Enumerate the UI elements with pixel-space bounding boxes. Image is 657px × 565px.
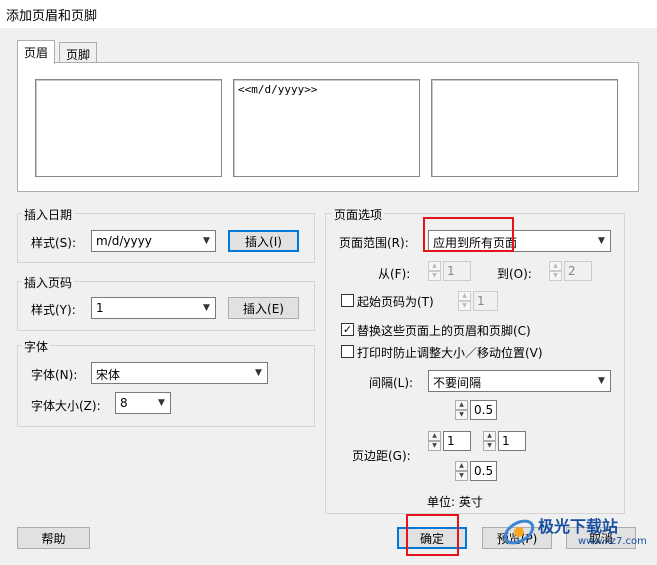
chevron-down-icon: ▼ xyxy=(598,376,605,386)
date-style-label: 样式(S): xyxy=(31,236,77,250)
page-range-label: 页面范围(R): xyxy=(339,236,409,250)
page-options-group-label: 页面选项 xyxy=(332,206,385,223)
to-label: 到(O): xyxy=(497,267,532,281)
date-style-select[interactable]: m/d/yyyy ▼ xyxy=(91,230,216,252)
font-label: 字体(N): xyxy=(31,368,78,382)
page-style-value: 1 xyxy=(96,301,104,315)
preview-button[interactable]: 预览(P) xyxy=(482,527,552,549)
replace-label: 替换这些页面上的页眉和页脚(C) xyxy=(357,324,531,338)
page-style-select[interactable]: 1 ▼ xyxy=(91,297,216,319)
chevron-down-icon: ▼ xyxy=(203,236,210,246)
spacing-amount-field[interactable]: 0.5 xyxy=(470,400,497,420)
font-size-label: 字体大小(Z): xyxy=(31,399,101,413)
prevent-resize-label: 打印时防止调整大小／移动位置(V) xyxy=(357,346,543,360)
spacing-value: 不要间隔 xyxy=(433,376,482,390)
spacing-select[interactable]: 不要间隔 ▼ xyxy=(428,370,611,392)
chevron-down-icon: ▼ xyxy=(158,398,165,408)
insert-date-button[interactable]: 插入(I) xyxy=(228,230,299,252)
page-style-label: 样式(Y): xyxy=(31,303,76,317)
margin-right-spinner-arrows[interactable]: ▲ ▼ xyxy=(483,431,496,451)
highlight-box xyxy=(423,217,514,252)
margin-left-spinner-arrows[interactable]: ▲ ▼ xyxy=(428,431,441,451)
from-spinner-arrows[interactable]: ▲ ▼ xyxy=(428,261,441,281)
insert-date-group-label: 插入日期 xyxy=(22,206,75,223)
insert-page-button[interactable]: 插入(E) xyxy=(228,297,299,319)
help-button[interactable]: 帮助 xyxy=(17,527,90,549)
from-spin-field[interactable]: 1 xyxy=(443,261,471,281)
from-label: 从(F): xyxy=(378,267,411,281)
margin-right-field[interactable]: 1 xyxy=(498,431,526,451)
to-spinner-arrows[interactable]: ▲ ▼ xyxy=(549,261,562,281)
unit-label: 单位: 英寸 xyxy=(427,495,483,509)
start-page-label: 起始页码为(T) xyxy=(357,295,434,309)
margin-left-field[interactable]: 1 xyxy=(443,431,471,451)
checkmark-icon: ✓ xyxy=(342,323,353,336)
insert-page-group-label: 插入页码 xyxy=(22,274,75,291)
chevron-down-icon: ▼ xyxy=(598,236,605,246)
start-page-checkbox[interactable] xyxy=(341,294,354,307)
window-title: 添加页眉和页脚 xyxy=(6,9,98,24)
chevron-down-icon: ▼ xyxy=(203,303,210,313)
start-page-spinner-arrows[interactable]: ▲ ▼ xyxy=(458,291,471,311)
replace-checkbox[interactable]: ✓ xyxy=(341,323,354,336)
date-style-value: m/d/yyyy xyxy=(96,234,152,248)
font-select[interactable]: 宋体 ▼ xyxy=(91,362,268,384)
tab-footer[interactable]: 页脚 xyxy=(59,42,98,64)
font-size-value: 8 xyxy=(120,396,128,410)
font-value: 宋体 xyxy=(96,368,121,382)
start-page-spin-field[interactable]: 1 xyxy=(473,291,498,311)
spacing-spinner-arrows[interactable]: ▲ ▼ xyxy=(455,400,468,420)
margin-label: 页边距(G): xyxy=(352,449,411,463)
header-left-box[interactable] xyxy=(35,79,222,177)
tab-header[interactable]: 页眉 xyxy=(17,40,56,64)
spacing-label: 间隔(L): xyxy=(369,376,414,390)
font-size-select[interactable]: 8 ▼ xyxy=(115,392,171,414)
header-right-box[interactable] xyxy=(431,79,618,177)
font-group-label: 字体 xyxy=(22,338,51,355)
header-center-box[interactable]: <<m/d/yyyy>> xyxy=(233,79,420,177)
cancel-button[interactable]: 取消 xyxy=(566,527,636,549)
to-spin-field[interactable]: 2 xyxy=(564,261,592,281)
highlight-box xyxy=(406,514,459,556)
title-bar: 添加页眉和页脚 xyxy=(0,0,657,28)
chevron-down-icon: ▼ xyxy=(255,368,262,378)
font-group xyxy=(17,345,315,427)
margin-bottom-spinner-arrows[interactable]: ▲ ▼ xyxy=(455,461,468,481)
margin-bottom-field[interactable]: 0.5 xyxy=(470,461,497,481)
prevent-resize-checkbox[interactable] xyxy=(341,345,354,358)
